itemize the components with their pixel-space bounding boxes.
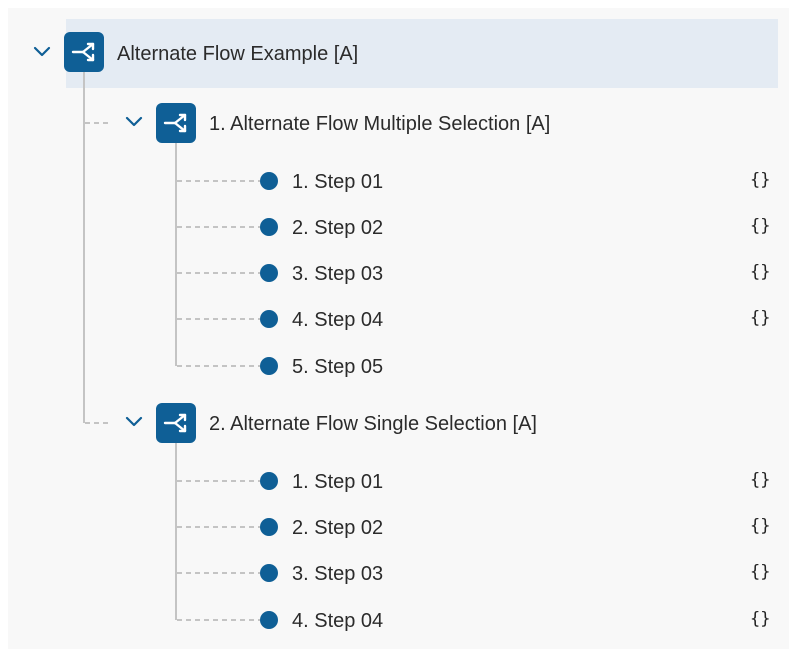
step-label[interactable]: 1. Step 01 — [292, 470, 383, 494]
step-code-button[interactable]: {} — [750, 170, 770, 190]
step-label[interactable]: 2. Step 02 — [292, 516, 383, 540]
step-dot-icon — [260, 172, 278, 190]
group-1-expand-toggle[interactable] — [124, 112, 144, 132]
step-label[interactable]: 1. Step 01 — [292, 170, 383, 194]
step-dot-icon — [260, 310, 278, 328]
alternate-flow-icon — [156, 403, 196, 443]
step-code-button[interactable]: {} — [750, 262, 770, 282]
chevron-down-icon — [33, 46, 51, 57]
step-code-button[interactable]: {} — [750, 562, 770, 582]
alternate-flow-icon — [156, 103, 196, 143]
step-dot-icon — [260, 564, 278, 582]
step-dot-icon — [260, 518, 278, 536]
group-2-label[interactable]: 2. Alternate Flow Single Selection [A] — [209, 412, 537, 436]
group-2-expand-toggle[interactable] — [124, 412, 144, 432]
root-label[interactable]: Alternate Flow Example [A] — [117, 42, 358, 66]
step-label[interactable]: 3. Step 03 — [292, 262, 383, 286]
step-label[interactable]: 4. Step 04 — [292, 308, 383, 332]
alternate-flow-icon — [64, 32, 104, 72]
step-label[interactable]: 5. Step 05 — [292, 355, 383, 379]
step-dot-icon — [260, 218, 278, 236]
step-code-button[interactable]: {} — [750, 470, 770, 490]
step-code-button[interactable]: {} — [750, 216, 770, 236]
step-code-button[interactable]: {} — [750, 516, 770, 536]
step-code-button[interactable]: {} — [750, 609, 770, 629]
step-label[interactable]: 3. Step 03 — [292, 562, 383, 586]
group-1-label[interactable]: 1. Alternate Flow Multiple Selection [A] — [209, 112, 550, 136]
step-label[interactable]: 2. Step 02 — [292, 216, 383, 240]
tree-panel — [8, 8, 789, 649]
chevron-down-icon — [125, 116, 143, 127]
step-dot-icon — [260, 264, 278, 282]
step-label[interactable]: 4. Step 04 — [292, 609, 383, 633]
step-dot-icon — [260, 357, 278, 375]
step-dot-icon — [260, 472, 278, 490]
root-expand-toggle[interactable] — [32, 42, 52, 62]
step-code-button[interactable]: {} — [750, 308, 770, 328]
step-dot-icon — [260, 611, 278, 629]
chevron-down-icon — [125, 416, 143, 427]
